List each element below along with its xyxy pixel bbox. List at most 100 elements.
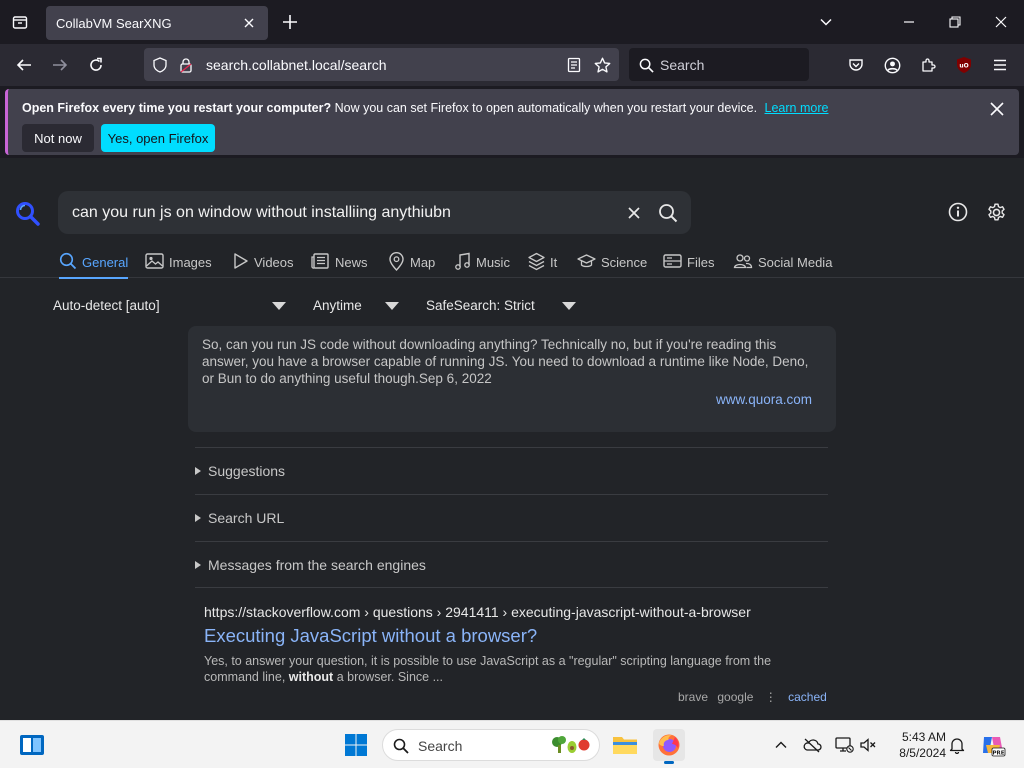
active-app-indicator — [664, 761, 674, 764]
list-all-tabs-icon[interactable] — [8, 10, 32, 34]
clock-date: 8/5/2024 — [899, 746, 946, 760]
open-firefox-button[interactable]: Yes, open Firefox — [101, 124, 215, 152]
tab-map[interactable]: Map — [388, 252, 435, 278]
learn-more-link[interactable]: Learn more — [765, 101, 829, 115]
time-range-select[interactable]: Anytime — [313, 298, 362, 313]
not-now-button[interactable]: Not now — [22, 124, 94, 152]
divider — [195, 447, 828, 448]
language-select[interactable]: Auto-detect [auto] — [53, 298, 160, 313]
answer-source-link[interactable]: www.quora.com — [716, 392, 812, 407]
restore-icon[interactable] — [941, 8, 969, 36]
play-icon — [234, 253, 248, 269]
onedrive-icon[interactable] — [802, 735, 822, 755]
chevron-down-icon[interactable] — [814, 10, 838, 34]
tab-it[interactable]: It — [528, 252, 557, 278]
lock-icon[interactable] — [176, 55, 196, 75]
snippet-highlight: without — [288, 670, 334, 684]
forward-icon[interactable] — [47, 52, 73, 78]
taskbar-search-placeholder: Search — [418, 738, 463, 754]
suggestions-toggle[interactable]: Suggestions — [195, 463, 285, 479]
network-icon[interactable] — [834, 735, 854, 755]
answer-text: So, can you run JS code without download… — [202, 337, 809, 386]
snippet-text: a browser. Since ... — [336, 670, 444, 684]
tab-videos[interactable]: Videos — [232, 252, 294, 278]
search-placeholder: Search — [660, 57, 705, 73]
reload-icon[interactable] — [83, 52, 109, 78]
extensions-icon[interactable] — [915, 52, 941, 78]
chevron-up-icon[interactable] — [771, 735, 791, 755]
svg-text:uO: uO — [959, 63, 968, 70]
drive-icon — [663, 254, 682, 268]
layers-icon — [528, 252, 545, 271]
firefox-taskbar-icon[interactable] — [653, 729, 685, 764]
account-icon[interactable] — [879, 52, 905, 78]
search-submit-icon[interactable] — [657, 202, 679, 224]
chevron-down-icon[interactable] — [562, 302, 576, 310]
close-icon[interactable] — [987, 99, 1007, 119]
chevron-down-icon[interactable] — [272, 302, 286, 310]
tab-label: Images — [169, 255, 212, 270]
url-text: search.collabnet.local/search — [206, 57, 387, 73]
tab-general[interactable]: General — [59, 252, 129, 279]
bell-icon[interactable] — [947, 735, 967, 755]
pocket-icon[interactable] — [843, 52, 869, 78]
safesearch-select[interactable]: SafeSearch: Strict — [426, 298, 535, 313]
tab-social-media[interactable]: Social Media — [733, 252, 832, 278]
searxng-logo-icon[interactable] — [14, 200, 42, 228]
minimize-icon[interactable] — [895, 8, 923, 36]
copilot-icon[interactable]: PRE — [979, 731, 1007, 759]
search-input[interactable]: can you run js on window without install… — [72, 204, 451, 222]
map-pin-icon — [389, 252, 404, 271]
engine-messages-toggle[interactable]: Messages from the search engines — [195, 557, 426, 573]
info-icon[interactable] — [946, 200, 970, 224]
tab-label: Music — [476, 255, 510, 270]
tab-music[interactable]: Music — [454, 252, 510, 278]
tab-science[interactable]: Science — [577, 252, 647, 278]
menu-icon[interactable] — [987, 52, 1013, 78]
tab-images[interactable]: Images — [145, 252, 212, 278]
result-title-link[interactable]: Executing JavaScript without a browser? — [204, 625, 824, 647]
graduation-icon — [577, 254, 596, 268]
tab-active[interactable]: CollabVM SearXNG — [46, 6, 268, 40]
notification-bold-text: Open Firefox every time you restart your… — [22, 101, 332, 115]
back-icon[interactable] — [11, 52, 37, 78]
gear-icon[interactable] — [984, 200, 1008, 224]
close-tab-icon[interactable] — [240, 14, 258, 32]
tab-files[interactable]: Files — [663, 252, 714, 278]
tab-title: CollabVM SearXNG — [56, 15, 172, 31]
new-tab-icon[interactable] — [278, 10, 302, 34]
bookmark-star-icon[interactable] — [592, 55, 612, 75]
chevron-down-icon[interactable] — [385, 302, 399, 310]
widgets-icon[interactable] — [18, 731, 46, 759]
browser-search-box[interactable]: Search — [629, 48, 809, 81]
ublock-icon[interactable]: uO — [951, 52, 977, 78]
tab-label: Social Media — [758, 255, 833, 270]
tab-label: Map — [410, 255, 436, 270]
file-explorer-icon[interactable] — [611, 731, 639, 759]
tab-label: Files — [687, 255, 715, 270]
close-window-icon[interactable] — [987, 8, 1015, 36]
search-box[interactable]: can you run js on window without install… — [58, 191, 691, 234]
tab-news[interactable]: News — [311, 252, 368, 278]
volume-muted-icon[interactable] — [858, 735, 878, 755]
taskbar: Search 5:43 AM 8/5/2024 PRE — [0, 720, 1024, 768]
shield-icon[interactable] — [150, 55, 170, 75]
search-icon — [59, 252, 77, 270]
clear-search-icon[interactable] — [623, 202, 645, 224]
result-url[interactable]: https://stackoverflow.com › questions › … — [204, 604, 824, 620]
answer-box: So, can you run JS code without download… — [188, 326, 836, 432]
taskbar-search-box[interactable]: Search — [382, 729, 600, 761]
svg-text:PRE: PRE — [992, 750, 1004, 756]
search-url-toggle[interactable]: Search URL — [195, 510, 284, 526]
clock[interactable]: 5:43 AM 8/5/2024 — [886, 729, 946, 761]
result-engines: brave google ⋮ cached — [678, 690, 827, 704]
category-tabs: General Images Videos News Map Music It — [0, 250, 1024, 279]
url-bar[interactable]: search.collabnet.local/search — [144, 48, 619, 81]
music-icon — [455, 252, 470, 270]
notification-text: Now you can set Firefox to open automati… — [334, 101, 758, 115]
newspaper-icon — [311, 253, 329, 269]
cached-link[interactable]: cached — [788, 690, 827, 704]
reader-view-icon[interactable] — [564, 55, 584, 75]
windows-start-icon[interactable] — [342, 731, 370, 759]
triangle-right-icon — [195, 467, 201, 475]
